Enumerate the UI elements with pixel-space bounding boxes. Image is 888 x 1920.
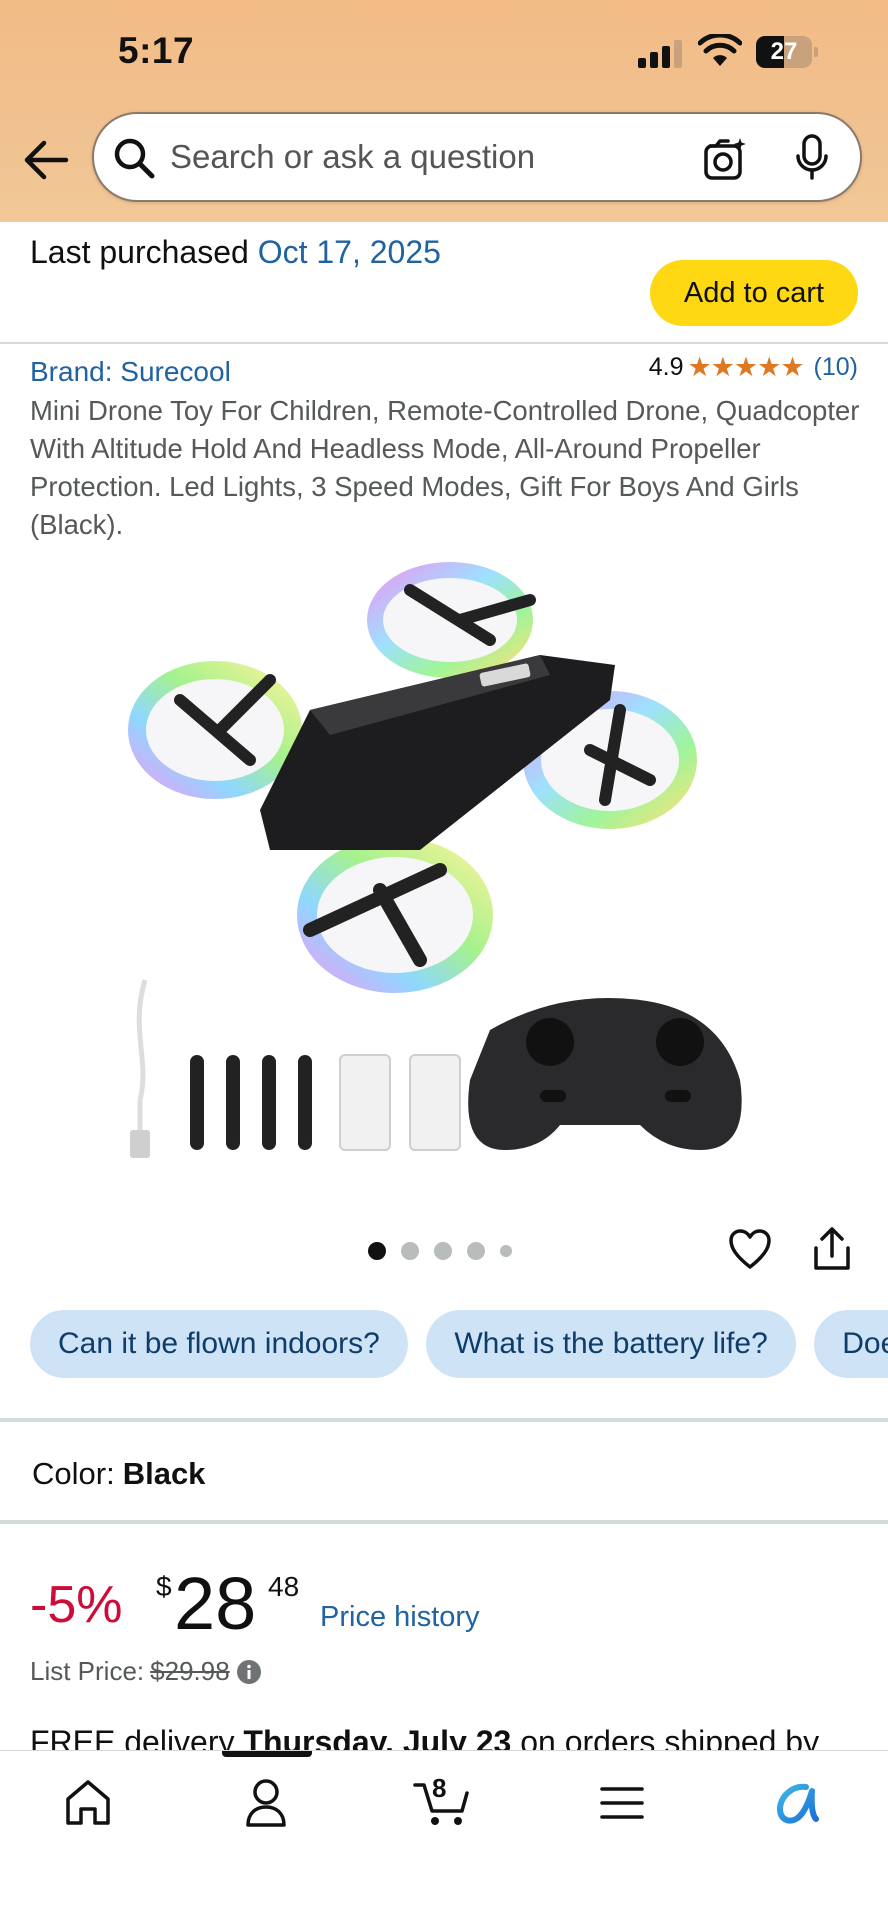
rating-count-link[interactable]: (10) [814, 353, 858, 382]
battery-level: 27 [770, 38, 798, 65]
app-header: 5:17 27 [0, 0, 888, 222]
question-chip[interactable]: Can it be flown indoors? [30, 1310, 408, 1378]
color-value: Black [122, 1456, 206, 1491]
cart-button[interactable]: 8 [412, 1773, 472, 1829]
list-price-value: $29.98 [150, 1656, 230, 1686]
home-icon[interactable] [58, 1777, 118, 1829]
back-arrow-icon[interactable] [22, 138, 70, 182]
price-block: -5% $ 28 48 Price history [30, 1562, 870, 1645]
product-title: Mini Drone Toy For Children, Remote-Cont… [30, 395, 860, 540]
cart-count: 8 [432, 1773, 447, 1803]
carousel-dot-active[interactable] [368, 1242, 386, 1260]
carousel-dot[interactable] [500, 1245, 512, 1257]
star-rating-icon: ★★★★★ [687, 352, 805, 382]
divider [0, 342, 888, 344]
brand-link[interactable]: Brand: Surecool [30, 356, 231, 388]
cellular-signal-icon [638, 38, 686, 68]
color-selector[interactable]: Color: Black [32, 1456, 205, 1492]
section-divider [0, 1418, 888, 1422]
last-purchased-date-link[interactable]: Oct 17, 2025 [258, 234, 441, 270]
previous-purchase-card: Last purchased Oct 17, 2025 Add to cart [0, 222, 888, 342]
price-currency: $ [156, 1571, 172, 1602]
camera-search-icon[interactable] [702, 136, 748, 182]
rating-value: 4.9 [648, 353, 684, 381]
search-input[interactable] [170, 128, 690, 186]
rating-summary[interactable]: 4.9 ★★★★★ (10) [649, 352, 858, 383]
search-icon [114, 138, 155, 179]
microphone-icon[interactable] [794, 134, 830, 182]
battery-icon: 27 [756, 36, 818, 68]
list-price-label: List Price: [30, 1656, 145, 1686]
color-label: Color: [32, 1456, 115, 1491]
search-bar[interactable] [92, 112, 862, 202]
rufus-icon[interactable] [768, 1777, 828, 1829]
product-image[interactable] [120, 560, 760, 1160]
nav-active-indicator [222, 1751, 312, 1757]
section-divider [0, 1520, 888, 1524]
question-chip[interactable]: Does it [814, 1310, 888, 1378]
list-price: List Price: $29.98 [30, 1656, 262, 1687]
account-icon[interactable] [236, 1777, 296, 1829]
price-whole: 28 [174, 1562, 257, 1645]
price-history-link[interactable]: Price history [320, 1601, 480, 1634]
share-icon[interactable] [812, 1226, 852, 1272]
last-purchased-text: Last purchased Oct 17, 2025 [30, 234, 441, 271]
info-icon[interactable] [236, 1659, 262, 1685]
image-carousel-dots[interactable] [368, 1242, 512, 1260]
heart-icon[interactable] [728, 1228, 772, 1270]
last-purchased-label: Last purchased [30, 234, 249, 270]
carousel-dot[interactable] [467, 1242, 485, 1260]
wifi-icon [698, 34, 742, 66]
question-chips: Can it be flown indoors? What is the bat… [30, 1310, 888, 1380]
question-chip[interactable]: What is the battery life? [426, 1310, 796, 1378]
carousel-dot[interactable] [434, 1242, 452, 1260]
bottom-nav: 8 [0, 1750, 888, 1920]
status-time: 5:17 [118, 30, 195, 71]
price-fraction: 48 [268, 1571, 300, 1602]
menu-icon[interactable] [592, 1777, 652, 1829]
carousel-dot[interactable] [401, 1242, 419, 1260]
discount-percent: -5% [30, 1576, 123, 1634]
add-to-cart-button[interactable]: Add to cart [650, 260, 858, 326]
